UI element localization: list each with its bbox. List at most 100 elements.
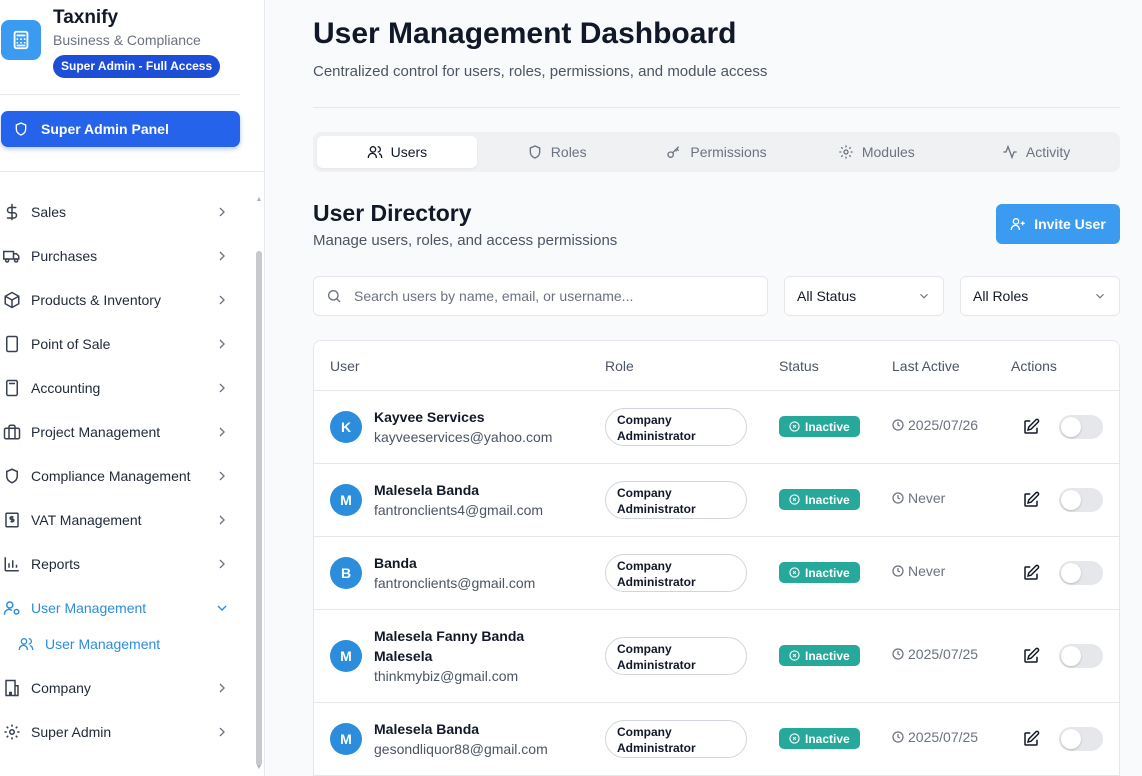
avatar: M (330, 723, 362, 755)
clock-icon (892, 565, 904, 577)
scroll-down-arrow-icon[interactable]: ▼ (255, 764, 263, 774)
sidebar-item-project-management[interactable]: Project Management (0, 410, 250, 454)
edit-icon[interactable] (1022, 730, 1040, 748)
role-line-1: Company (617, 725, 672, 739)
active-toggle[interactable] (1059, 561, 1103, 585)
brand-title: Taxnify (53, 7, 119, 28)
edit-icon[interactable] (1022, 564, 1040, 582)
sidebar-item-label: Products & Inventory (31, 292, 161, 308)
avatar: M (330, 484, 362, 516)
tab-label: Permissions (690, 144, 767, 160)
sidebar-item-super-admin[interactable]: Super Admin (0, 710, 250, 754)
sidebar-item-vat-management[interactable]: VAT Management (0, 498, 250, 542)
role-line-2: Administrator (617, 741, 696, 755)
edit-icon[interactable] (1022, 491, 1040, 509)
sidebar-scrollbar[interactable]: ▲ ▼ (255, 196, 263, 776)
calculator-icon (1, 377, 23, 399)
clock-icon (892, 492, 904, 504)
sidebar-item-compliance-management[interactable]: Compliance Management (0, 454, 250, 498)
sidebar-divider (0, 171, 265, 172)
status-filter-select[interactable]: All Status (784, 276, 944, 316)
sidebar-item-label: Reports (31, 556, 81, 572)
table-row[interactable]: K Kayvee Services kayveeservices@yahoo.c… (314, 391, 1119, 464)
x-circle-icon (789, 494, 800, 505)
table-row[interactable]: M Malesela Fanny Banda Malesela thinkmyb… (314, 610, 1119, 703)
sidebar-subitem-label: User Management (45, 636, 161, 652)
edit-icon[interactable] (1022, 647, 1040, 665)
brand-subtitle: Business & Compliance (53, 32, 201, 48)
x-circle-icon (789, 421, 800, 432)
x-circle-icon (789, 733, 800, 744)
role-line-2: Administrator (617, 658, 696, 672)
active-toggle[interactable] (1059, 644, 1103, 668)
x-circle-icon (789, 650, 800, 661)
bar-chart-icon (1, 553, 23, 575)
toggle-knob (1061, 563, 1081, 583)
tab-users[interactable]: Users (317, 136, 477, 168)
sidebar-item-company[interactable]: Company (0, 666, 250, 710)
active-toggle[interactable] (1059, 415, 1103, 439)
last-active-value: 2025/07/25 (908, 646, 979, 662)
column-header-user: User (330, 358, 360, 374)
role-line-1: Company (617, 559, 672, 573)
avatar: M (330, 640, 362, 672)
role-badge: Company Administrator (605, 554, 747, 592)
edit-icon[interactable] (1022, 418, 1040, 436)
status-badge: Inactive (779, 562, 860, 583)
receipt-icon (1, 509, 23, 531)
super-admin-panel-button[interactable]: Super Admin Panel (1, 111, 240, 147)
sidebar-subitem-user-management[interactable]: User Management (0, 626, 250, 662)
user-name: Malesela Banda (374, 482, 480, 498)
role-badge: Company Administrator (605, 720, 747, 758)
tab-roles[interactable]: Roles (477, 136, 637, 168)
section-subtitle: Manage users, roles, and access permissi… (313, 232, 618, 249)
status-badge: Inactive (779, 645, 860, 666)
sidebar-item-products-inventory[interactable]: Products & Inventory (0, 278, 250, 322)
status-badge: Inactive (779, 728, 860, 749)
dollar-icon (1, 201, 23, 223)
users-icon (367, 146, 382, 158)
tab-permissions[interactable]: Permissions (637, 136, 797, 168)
sidebar-item-purchases[interactable]: Purchases (0, 234, 250, 278)
invite-user-button[interactable]: Invite User (996, 204, 1120, 244)
status-badge: Inactive (779, 489, 860, 510)
avatar: B (330, 557, 362, 589)
column-header-role: Role (605, 358, 634, 374)
tab-activity[interactable]: Activity (956, 136, 1116, 168)
status-label: Inactive (805, 648, 850, 663)
user-cog-icon (1, 597, 23, 619)
sidebar-item-accounting[interactable]: Accounting (0, 366, 250, 410)
sidebar-item-user-management[interactable]: User Management (0, 586, 250, 630)
table-row[interactable]: B Banda fantronclients@gmail.com Company… (314, 537, 1119, 610)
table-row[interactable]: M Malesela Banda gesondliquor88@gmail.co… (314, 703, 1119, 776)
tab-label: Roles (550, 144, 587, 160)
search-input[interactable] (354, 288, 754, 304)
active-toggle[interactable] (1059, 727, 1103, 751)
sidebar-item-label: Accounting (31, 380, 101, 396)
sidebar-item-reports[interactable]: Reports (0, 542, 250, 586)
user-email: kayveeservices@yahoo.com (374, 429, 553, 445)
sidebar-item-label: Sales (31, 204, 67, 220)
role-filter-select[interactable]: All Roles (960, 276, 1120, 316)
tab-modules[interactable]: Modules (796, 136, 956, 168)
sidebar-item-point-of-sale[interactable]: Point of Sale (0, 322, 250, 366)
sidebar-item-sales[interactable]: Sales (0, 190, 250, 234)
active-toggle[interactable] (1059, 488, 1103, 512)
user-plus-icon (1010, 218, 1025, 230)
tab-bar: Users Roles Permissions Modules Activity (313, 132, 1120, 172)
chevron-right-icon (219, 471, 225, 481)
avatar: K (330, 411, 362, 443)
search-field[interactable] (313, 276, 768, 316)
status-label: Inactive (805, 492, 850, 507)
last-active: Never (892, 490, 945, 506)
table-row[interactable]: M Malesela Banda fantronclients4@gmail.c… (314, 464, 1119, 537)
chevron-down-icon (217, 605, 227, 611)
shield-icon (15, 122, 27, 136)
x-circle-icon (789, 567, 800, 578)
role-badge: Company Administrator (605, 637, 747, 675)
role-line-2: Administrator (617, 429, 696, 443)
tablet-icon (1, 333, 23, 355)
last-active-value: Never (908, 563, 946, 579)
scroll-up-arrow-icon[interactable]: ▲ (255, 196, 263, 206)
scrollbar-thumb[interactable] (256, 251, 262, 766)
